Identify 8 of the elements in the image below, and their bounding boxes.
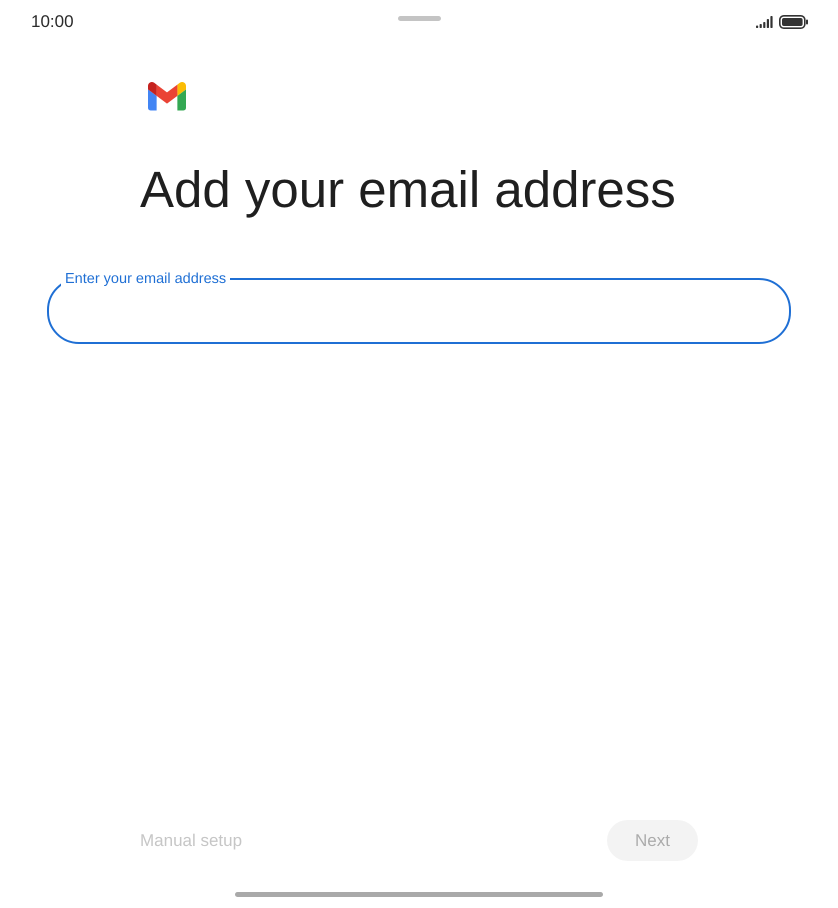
email-input-field[interactable]: Enter your email address [47,270,791,344]
email-field-label: Enter your email address [64,270,228,288]
drag-handle [398,16,441,21]
signal-icon [756,16,773,28]
m-logo-icon [148,82,186,110]
page-title: Add your email address [139,160,677,220]
status-time: 10:00 [31,12,74,32]
battery-icon [779,15,808,29]
